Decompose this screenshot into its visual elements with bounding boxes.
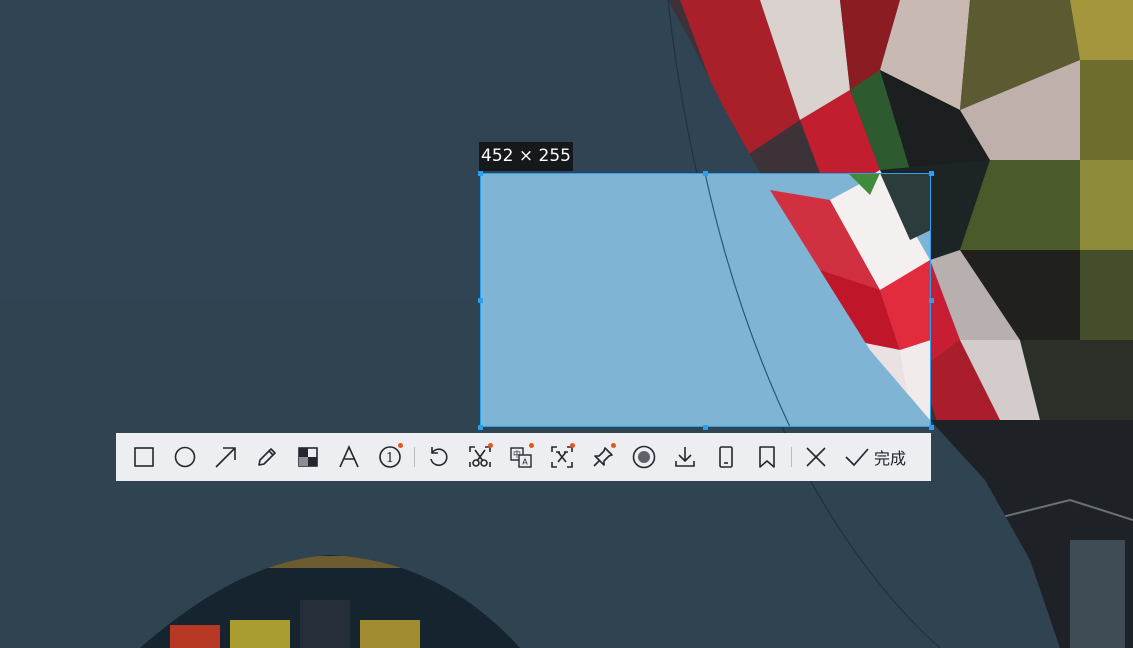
resize-handle-bottom[interactable] [703, 425, 708, 430]
cancel-button[interactable] [795, 433, 836, 481]
translate-tool[interactable]: 中A [500, 433, 541, 481]
new-feature-badge [570, 443, 575, 448]
svg-text:1: 1 [385, 451, 393, 466]
text-tool[interactable] [328, 433, 369, 481]
toolbar-separator [791, 447, 792, 467]
new-feature-badge [488, 443, 493, 448]
resize-handle-left[interactable] [478, 298, 483, 303]
send-to-phone-button[interactable] [705, 433, 746, 481]
new-feature-badge [398, 443, 403, 448]
selection-size-label: 452 × 255 [479, 142, 573, 171]
resize-handle-bottom-right[interactable] [929, 425, 934, 430]
new-feature-badge [529, 443, 534, 448]
ellipse-tool[interactable] [164, 433, 205, 481]
done-label: 完成 [874, 449, 907, 468]
mosaic-icon [297, 447, 318, 467]
selection-region[interactable] [480, 173, 931, 427]
save-button[interactable] [664, 433, 705, 481]
arrow-tool[interactable] [205, 433, 246, 481]
mosaic-tool[interactable] [287, 433, 328, 481]
cutout-tool[interactable] [459, 433, 500, 481]
resize-handle-bottom-left[interactable] [478, 425, 483, 430]
phone-icon [718, 446, 733, 468]
pencil-icon [257, 448, 276, 466]
undo-button[interactable] [418, 433, 459, 481]
close-icon [805, 447, 826, 467]
scissors-icon [468, 446, 491, 467]
undo-icon [429, 447, 448, 466]
pen-tool[interactable] [246, 433, 287, 481]
svg-text:A: A [522, 458, 528, 467]
resize-handle-top[interactable] [703, 171, 708, 176]
arrow-icon [214, 447, 236, 468]
square-icon [133, 447, 154, 467]
resize-handle-right[interactable] [929, 298, 934, 303]
translate-icon: 中A [509, 447, 532, 468]
screenshot-toolbar: 1 中A 完成 [116, 433, 931, 481]
circle-icon [174, 446, 195, 468]
ocr-tool[interactable] [541, 433, 582, 481]
svg-text:中: 中 [513, 449, 521, 459]
pin-tool[interactable] [582, 433, 623, 481]
numbered-circle-icon: 1 [378, 446, 401, 468]
rectangle-tool[interactable] [123, 433, 164, 481]
number-marker-tool[interactable]: 1 [369, 433, 410, 481]
bookmark-button[interactable] [746, 433, 787, 481]
checkmark-icon [845, 448, 869, 467]
record-icon [632, 445, 655, 469]
resize-handle-top-right[interactable] [929, 171, 934, 176]
download-icon [674, 447, 695, 467]
resize-handle-top-left[interactable] [478, 171, 483, 176]
new-feature-badge [611, 443, 616, 448]
ocr-icon [550, 446, 573, 468]
bookmark-icon [758, 446, 775, 468]
toolbar-separator [414, 447, 415, 467]
record-button[interactable] [623, 433, 664, 481]
done-button[interactable]: 完成 [836, 433, 906, 481]
pin-icon [592, 447, 613, 467]
text-icon [338, 445, 359, 468]
